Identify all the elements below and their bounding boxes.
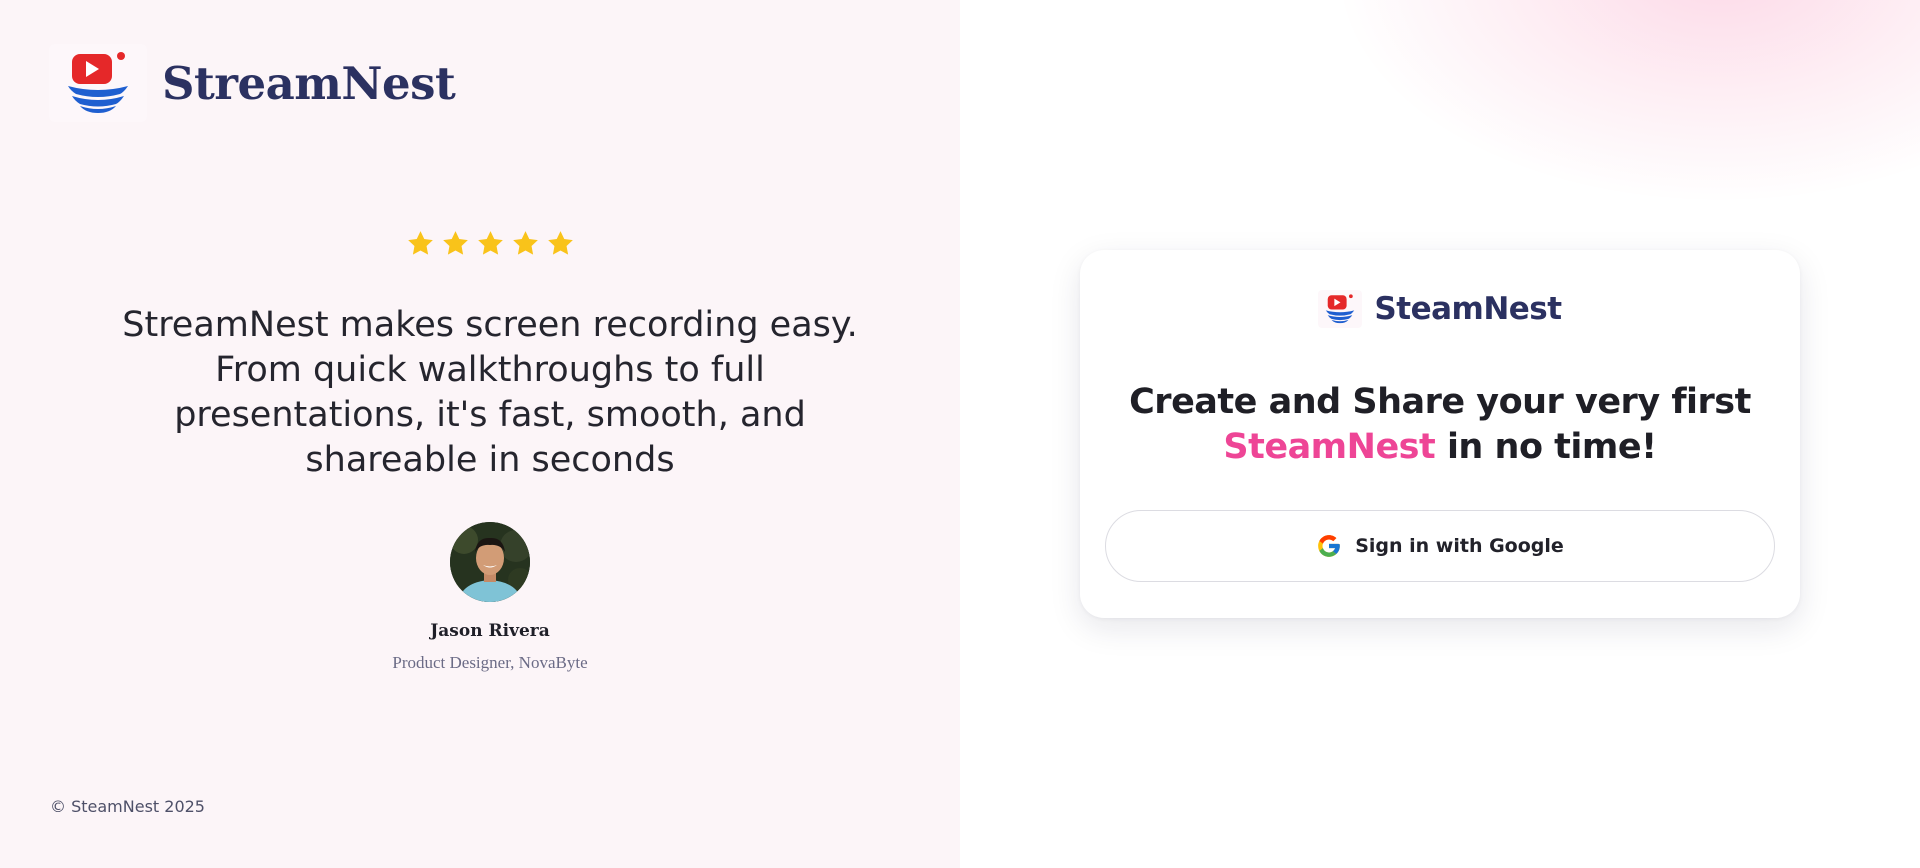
avatar	[450, 522, 530, 602]
heading-accent: SteamNest	[1223, 427, 1436, 467]
author-name: Jason Rivera	[430, 621, 550, 641]
star-icon	[477, 231, 503, 255]
heading-suffix: in no time!	[1446, 427, 1657, 467]
star-icon	[547, 231, 573, 255]
card-brand-name: SteamNest	[1374, 291, 1562, 327]
google-signin-label: Sign in with Google	[1355, 535, 1564, 557]
testimonial-quote: StreamNest makes screen recording easy. …	[122, 305, 858, 480]
rating-stars	[0, 229, 980, 258]
card-brand: SteamNest	[1080, 290, 1800, 328]
author-role: Product Designer, NovaByte	[392, 653, 588, 672]
testimonial-panel: StreamNest StreamNest makes screen recor…	[0, 0, 960, 868]
star-icon	[512, 231, 538, 255]
google-g-icon	[1316, 533, 1342, 559]
brand-header: StreamNest	[49, 44, 456, 122]
play-boat-logo-icon	[49, 44, 147, 122]
copyright-text: © SteamNest 2025	[50, 797, 205, 816]
signin-heading: Create and Share your very first SteamNe…	[1080, 380, 1800, 470]
background-glow	[1340, 0, 1920, 200]
signin-card: SteamNest Create and Share your very fir…	[1080, 250, 1800, 618]
brand-name: StreamNest	[162, 56, 456, 110]
play-boat-logo-icon	[1318, 290, 1363, 328]
google-signin-button[interactable]: Sign in with Google	[1105, 510, 1775, 582]
heading-prefix: Create and Share your very first	[1129, 382, 1751, 422]
star-icon	[442, 231, 468, 255]
star-icon	[407, 231, 433, 255]
